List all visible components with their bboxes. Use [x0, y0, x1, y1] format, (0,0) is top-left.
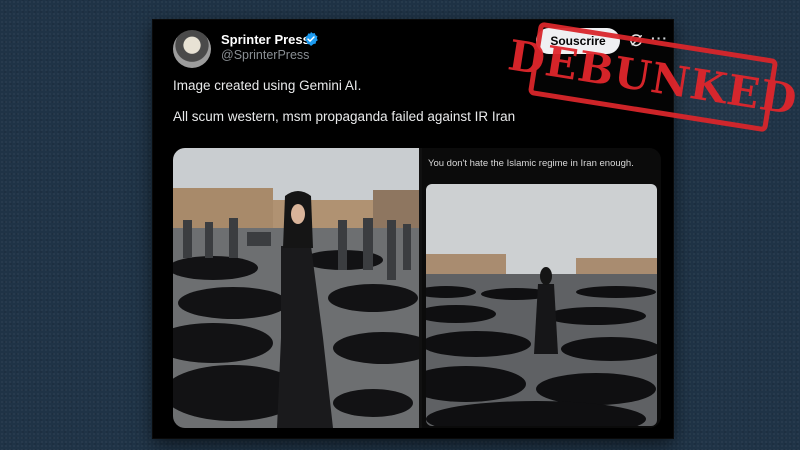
ai-generated-image: [426, 184, 657, 426]
verified-badge-icon: [305, 32, 318, 46]
tweet-text-line-2: All scum western, msm propaganda failed …: [173, 109, 516, 124]
photo-right[interactable]: You don't hate the Islamic regime in Ira…: [422, 148, 661, 428]
tweet-media: You don't hate the Islamic regime in Ira…: [173, 148, 661, 428]
photo-left[interactable]: [173, 148, 419, 428]
avatar[interactable]: [173, 30, 211, 68]
author-handle[interactable]: @SprinterPress: [221, 48, 309, 62]
image-caption: You don't hate the Islamic regime in Ira…: [428, 158, 634, 169]
author-name[interactable]: Sprinter Press: [221, 32, 310, 47]
